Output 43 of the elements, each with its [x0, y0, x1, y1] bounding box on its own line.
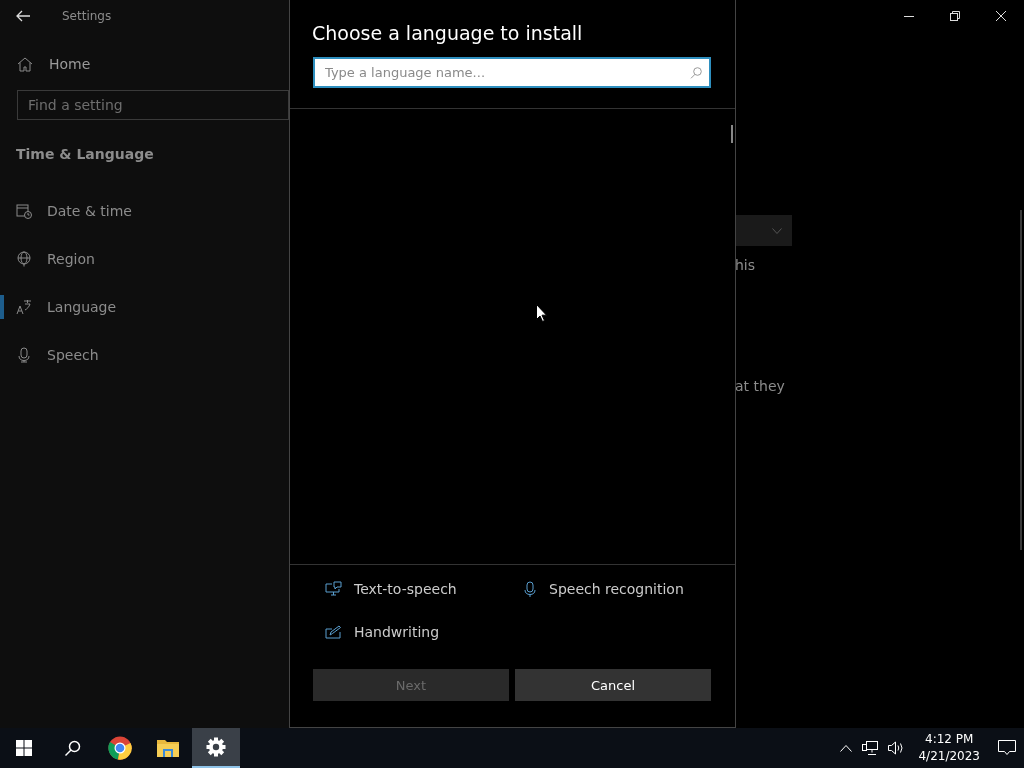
- dialog-button[interactable]: Cancel: [515, 669, 711, 701]
- pen-tablet-icon: [325, 625, 342, 639]
- feature-label: Speech recognition: [549, 581, 684, 597]
- gear-icon[interactable]: [206, 737, 226, 757]
- clock[interactable]: 4:12 PM 4/21/2023: [918, 731, 980, 765]
- folder-icon[interactable]: [157, 739, 179, 757]
- close-icon[interactable]: [996, 11, 1006, 21]
- calendar-icon: [16, 203, 32, 219]
- search-icon[interactable]: [63, 739, 81, 757]
- language-search-field[interactable]: Type a language name...: [313, 57, 711, 88]
- restore-icon[interactable]: [950, 11, 960, 21]
- search-icon: [690, 67, 702, 79]
- microphone-icon: [16, 347, 32, 363]
- minimize-icon[interactable]: [904, 15, 914, 17]
- description-text: his: [735, 257, 757, 273]
- section-heading: Time & Language: [16, 146, 155, 162]
- windows-logo-icon[interactable]: [16, 740, 32, 756]
- microphone-icon: [523, 580, 537, 598]
- scrollbar-thumb[interactable]: [731, 125, 733, 143]
- description-text: at they: [735, 378, 786, 394]
- monitor-speech-icon: [325, 581, 342, 597]
- browser-icon[interactable]: [108, 736, 132, 760]
- globe-icon: [16, 251, 32, 267]
- feature-label: Text-to-speech: [354, 581, 457, 597]
- taskbar-button[interactable]: [192, 728, 240, 768]
- notification-icon[interactable]: [998, 740, 1016, 756]
- search-field[interactable]: Find a setting: [17, 90, 289, 120]
- sidebar-item[interactable]: Date & time: [0, 187, 289, 235]
- dialog-title: Choose a language to install: [312, 22, 584, 44]
- mouse-cursor-icon: [536, 304, 547, 322]
- chevron-up-icon[interactable]: [840, 744, 853, 752]
- window-title: Settings: [62, 9, 112, 23]
- home-icon: [17, 56, 33, 72]
- sidebar-item[interactable]: Region: [0, 235, 289, 283]
- home-link[interactable]: Home: [17, 56, 289, 72]
- sidebar-item[interactable]: Speech: [0, 331, 289, 379]
- speaker-icon[interactable]: [888, 741, 905, 755]
- back-arrow-icon[interactable]: [16, 10, 30, 22]
- language-icon: [16, 299, 32, 315]
- chevron-down-icon: [772, 227, 782, 234]
- network-icon[interactable]: [862, 741, 879, 755]
- scrollbar[interactable]: [1020, 210, 1022, 550]
- feature-label: Handwriting: [354, 624, 440, 640]
